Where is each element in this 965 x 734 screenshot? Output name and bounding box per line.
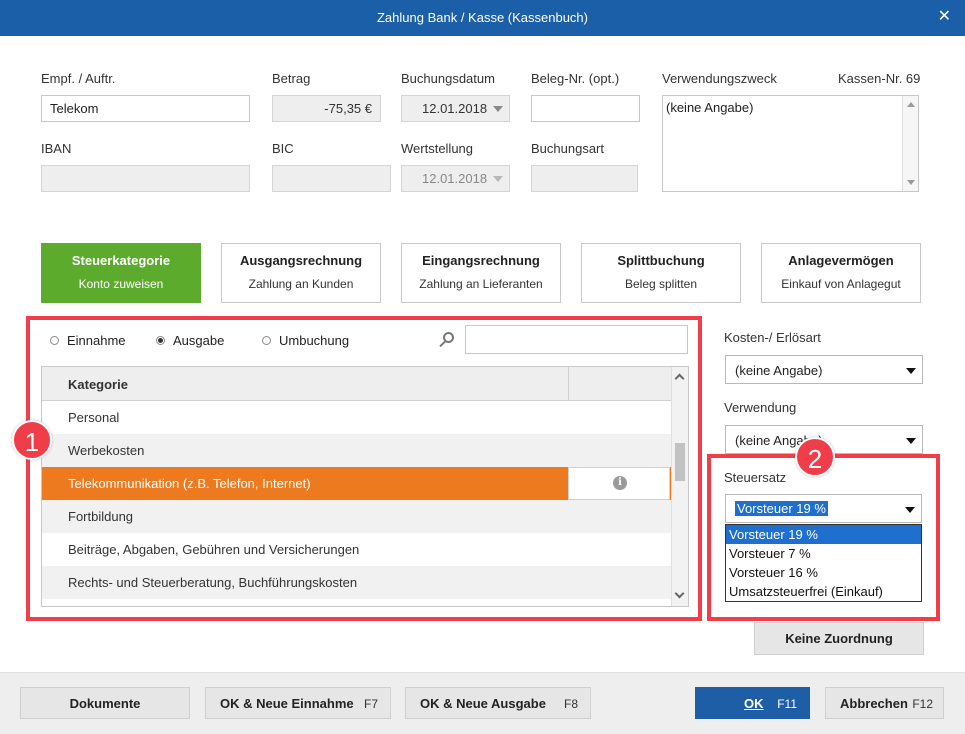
verwendungszweck-textarea[interactable]: (keine Angabe) xyxy=(662,95,919,192)
empf-input[interactable]: Telekom xyxy=(41,95,250,122)
footer-bar: Dokumente OK & Neue Einnahme F7 OK & Neu… xyxy=(0,672,965,734)
verwendungszweck-label: Verwendungszweck xyxy=(662,71,777,86)
shortcut-key: F12 xyxy=(912,697,933,711)
shortcut-key: F8 xyxy=(563,697,578,711)
wertstellung-label: Wertstellung xyxy=(401,141,474,156)
kosten-select[interactable]: (keine Angabe) xyxy=(725,355,923,384)
ok-neue-ausgabe-button[interactable]: OK & Neue Ausgabe F8 xyxy=(405,687,591,719)
tile-subtitle: Einkauf von Anlagegut xyxy=(781,277,901,291)
bic-label: BIC xyxy=(272,141,294,156)
wertstellung-value: 12.01.2018 xyxy=(422,171,488,186)
tile-title: Anlagevermögen xyxy=(788,253,894,268)
ok-button[interactable]: OK F11 xyxy=(695,687,810,719)
tile-title: Eingangsrechnung xyxy=(422,253,540,268)
buchungsdatum-value: 12.01.2018 xyxy=(422,101,488,116)
ok-neue-einnahme-button[interactable]: OK & Neue Einnahme F7 xyxy=(205,687,391,719)
beleg-input[interactable] xyxy=(531,95,640,122)
textarea-scrollbar[interactable] xyxy=(902,96,918,191)
highlight-box-category xyxy=(26,316,702,621)
tile-title: Ausgangsrechnung xyxy=(239,253,363,268)
badge-two: 2 xyxy=(795,437,835,477)
iban-label: IBAN xyxy=(41,141,72,156)
chevron-down-icon xyxy=(493,106,503,112)
tile-subtitle: Zahlung an Lieferanten xyxy=(419,277,543,291)
tile-subtitle: Beleg splitten xyxy=(624,277,698,291)
button-label: OK xyxy=(744,696,764,711)
buchungsart-label: Buchungsart xyxy=(531,141,604,156)
chevron-down-icon xyxy=(493,176,503,182)
tile-ausgangsrechnung[interactable]: Ausgangsrechnung Zahlung an Kunden xyxy=(221,243,381,303)
button-label: OK & Neue Ausgabe xyxy=(420,696,546,711)
shortcut-key: F7 xyxy=(363,697,378,711)
tile-steuerkategorie[interactable]: Steuerkategorie Konto zuweisen xyxy=(41,243,201,303)
buchungsart-field xyxy=(531,165,638,192)
buchungsdatum-picker[interactable]: 12.01.2018 xyxy=(401,95,510,122)
button-label: Dokumente xyxy=(69,696,141,711)
kosten-value: (keine Angabe) xyxy=(735,363,823,378)
scroll-up-icon[interactable] xyxy=(907,102,915,107)
tile-title: Steuerkategorie xyxy=(71,253,171,268)
buchungsdatum-label: Buchungsdatum xyxy=(401,71,495,86)
window-title: Zahlung Bank / Kasse (Kassenbuch) xyxy=(376,10,588,25)
verwendung-label: Verwendung xyxy=(724,400,797,415)
beleg-label: Beleg-Nr. (opt.) xyxy=(531,71,620,86)
abbrechen-button[interactable]: Abbrechen F12 xyxy=(825,687,944,719)
title-bar: Zahlung Bank / Kasse (Kassenbuch) ✕ xyxy=(0,0,965,36)
iban-field xyxy=(41,165,250,192)
scroll-down-icon[interactable] xyxy=(907,180,915,185)
wertstellung-picker: 12.01.2018 xyxy=(401,165,510,192)
chevron-down-icon xyxy=(906,368,916,374)
keine-zuordnung-button[interactable]: Keine Zuordnung xyxy=(754,622,924,655)
button-label: OK & Neue Einnahme xyxy=(220,696,354,711)
highlight-box-steuersatz xyxy=(707,454,940,621)
button-label: Abbrechen xyxy=(840,696,908,711)
dokumente-button[interactable]: Dokumente xyxy=(20,687,190,719)
betrag-label: Betrag xyxy=(272,71,311,86)
tile-title: Splittbuchung xyxy=(617,253,705,268)
tile-subtitle: Konto zuweisen xyxy=(78,277,164,291)
kosten-label: Kosten-/ Erlösart xyxy=(724,330,821,345)
verwendungszweck-value: (keine Angabe) xyxy=(666,100,754,115)
betrag-field: -75,35 € xyxy=(272,95,381,122)
shortcut-key: F11 xyxy=(777,697,797,711)
tile-subtitle: Zahlung an Kunden xyxy=(248,277,354,291)
kassen-nr: Kassen-Nr. 69 xyxy=(838,71,921,86)
empf-label: Empf. / Auftr. xyxy=(41,71,116,86)
close-icon[interactable]: ✕ xyxy=(938,8,951,26)
tile-eingangsrechnung[interactable]: Eingangsrechnung Zahlung an Lieferanten xyxy=(401,243,561,303)
chevron-down-icon xyxy=(906,438,916,444)
button-label: Keine Zuordnung xyxy=(785,631,893,646)
tile-anlagevermoegen[interactable]: Anlagevermögen Einkauf von Anlagegut xyxy=(761,243,921,303)
bic-field xyxy=(272,165,391,192)
badge-one: 1 xyxy=(12,420,52,460)
tile-splittbuchung[interactable]: Splittbuchung Beleg splitten xyxy=(581,243,741,303)
